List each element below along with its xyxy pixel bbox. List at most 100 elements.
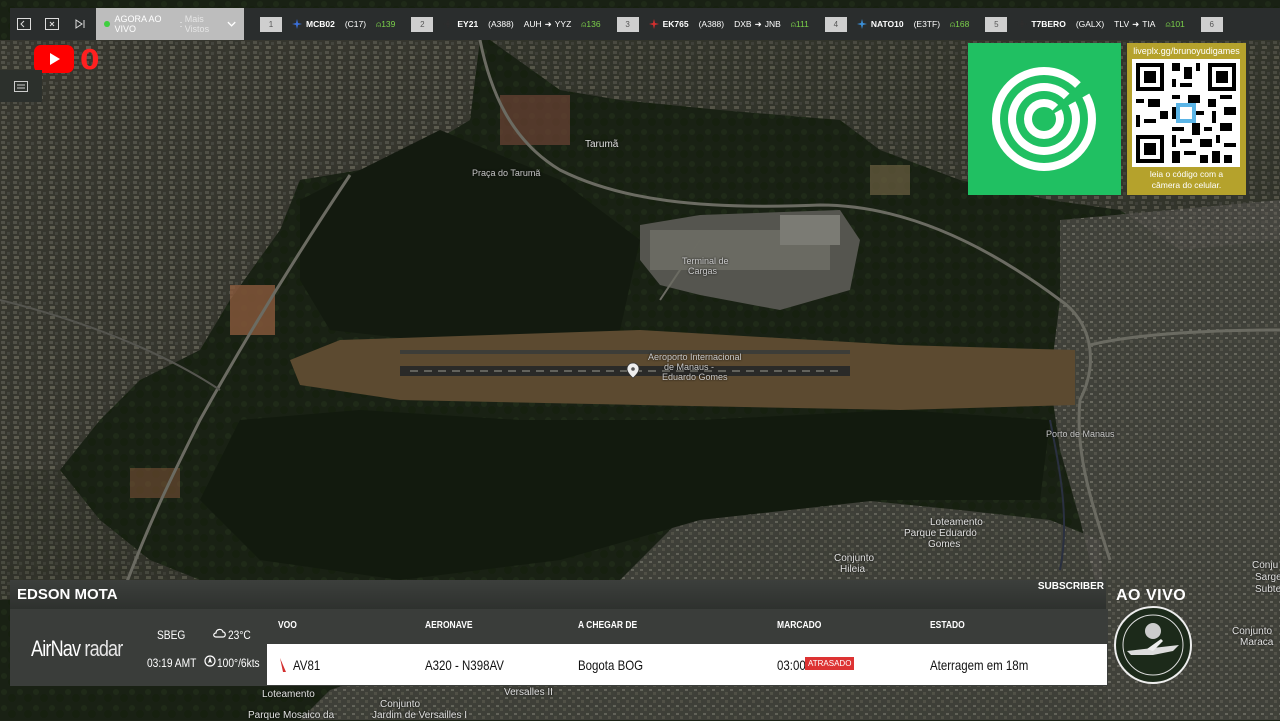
flight-ticker: 1 MCB02 (C17) ⍝ 139 2 EY21 (A388) AUH ➜ YYZ ⍝ 13… [244,8,1233,40]
ticker-flight-item[interactable]: 5 T7BERO (GALX) TLV ➜ TIA ⍝ 101 [985,8,1185,40]
map-label-versailles: Versalles II [504,687,553,698]
app-logo-badge[interactable] [968,43,1121,195]
ticker-flight-item[interactable]: 4 NATO10 (E3TF) ⍝ 168 [824,8,970,40]
arrow-right-icon: ➜ [754,18,762,29]
chevron-down-icon [227,21,236,27]
wind-compass-icon [204,655,216,667]
ticker-rank: 2 [411,16,434,32]
qr-url: liveplx.gg/brunoyudigames [1133,46,1240,56]
youtube-icon [34,45,74,73]
map-label-conjunto-hileia-1: Conjunto [834,553,875,564]
ticker-rank: 1 [260,16,282,32]
ticker-callsign: T7BERO [1031,19,1066,29]
airplane-icon [1017,19,1028,29]
list-view-button[interactable] [0,70,42,102]
qr-code-panel[interactable]: liveplx.gg/brunoyudigames leia o código … [1127,43,1246,195]
ticker-viewers: 101 [1170,19,1185,29]
ticker-viewers: 168 [955,19,970,29]
airline-logo-icon [280,658,286,672]
ticker-aircraft: (E3TF) [913,19,941,29]
map-label-taruma: Tarumã [585,139,619,150]
map-label-sarge: Sarge [1255,572,1280,583]
live-label: AO VIVO [1116,587,1187,604]
streamer-strip: EDSON MOTA SUBSCRIBER [10,580,1106,609]
youtube-viewer-count: 0 [80,43,100,76]
wind: 100°/6kts [217,656,260,670]
ticker-flight-item[interactable]: 2 EY21 (A388) AUH ➜ YYZ ⍝ 136 [411,8,601,40]
map-label-loteamento-1: Loteamento [930,517,983,528]
header-aircraft: AERONAVE [425,620,473,631]
map-label-conjunto-hileia-2: Hileia [840,564,866,575]
map-label-airport-3: Eduardo Gomes [662,372,728,382]
now-live-label: AGORA AO VIVO [114,14,162,34]
aircraft-type: A320 - N398AV [425,657,504,673]
channel-logo-icon [1114,606,1192,684]
ticker-flight-item[interactable]: 6 [1200,8,1233,40]
arrow-right-icon: ➜ [544,18,552,29]
ticker-callsign: EY21 [457,19,479,29]
map-label-porto: Porto de Manaus [1046,429,1115,439]
header-arriving-from: A CHEGAR DE [578,620,638,631]
flight-row[interactable]: AV81 A320 - N398AV Bogota BOG 03:00 ATRA… [267,644,1107,685]
collapse-sidebar-button[interactable] [10,8,38,40]
airplane-icon [292,19,302,29]
skip-next-button[interactable] [66,8,94,40]
flight-info-panel: AirNav radar SBEG 03:19 AMT 23°C 100°/6k… [10,609,1108,686]
airplane-icon [856,19,867,29]
airport-code: SBEG [157,628,186,642]
delayed-badge: ATRASADO [805,657,855,670]
ticker-rank: 6 [1200,16,1223,32]
qr-caption-line-2: câmera do celular. [1151,180,1222,190]
ticker-viewers: 139 [381,19,396,29]
expand-view-button[interactable] [38,8,66,40]
map-label-conjunto-jardim: Conjunto [380,699,421,710]
ticker-route-to: YYZ [554,19,572,29]
flight-status: Aterragem em 18m [930,657,1029,673]
local-time: 03:19 AMT [147,656,197,670]
ticker-route-from: DXB [734,19,752,29]
temperature: 23°C [228,628,251,642]
map-label-jardim-versailles: Jardim de Versailles I [372,710,468,721]
airplane-icon [648,19,659,29]
airnav-radar-logo: AirNav radar [31,636,123,662]
ticker-aircraft: (A388) [698,19,725,29]
ticker-route-from: AUH [523,19,542,29]
map-label-terminal-2: Cargas [688,266,718,276]
arrow-right-icon: ➜ [1132,18,1140,29]
ticker-flight-item[interactable]: 3 EK765 (A388) DXB ➜ JNB ⍝ 111 [616,8,809,40]
header-scheduled: MARCADO [777,620,822,631]
scheduled-time: 03:00 [777,657,806,673]
ticker-flight-item[interactable]: 1 MCB02 (C17) ⍝ 139 [260,8,395,40]
ticker-viewers: 136 [586,19,601,29]
live-dot-icon [104,21,110,27]
map-label-parque-mosaico: Parque Mosaico da [248,710,335,721]
arriving-from: Bogota BOG [578,657,644,673]
header-flight: VOO [278,620,297,631]
subscriber-label: SUBSCRIBER [1037,581,1104,592]
map-label-maraca: Maraca [1240,637,1274,648]
brand-sub: radar [84,636,123,661]
map-label-subte: Subte [1255,584,1280,595]
ticker-route-to: JNB [764,19,781,29]
qr-caption-line-1: leia o código com a [1149,169,1224,179]
ticker-aircraft: (C17) [344,19,367,29]
brand-main: AirNav [31,636,81,661]
now-live-dropdown[interactable]: AGORA AO VIVO: Mais Vistos [96,8,244,40]
ticker-route-to: TIA [1142,19,1156,29]
ticker-route-from: TLV [1114,19,1130,29]
ticker-rank: 5 [985,16,1008,32]
map-label-conjunto-maraca: Conjunto [1232,626,1273,637]
ticker-rank: 3 [616,16,639,32]
flight-number: AV81 [293,657,321,673]
ticker-aircraft: (GALX) [1075,19,1105,29]
ticker-callsign: EK765 [662,19,689,29]
top-ticker-bar: AGORA AO VIVO: Mais Vistos 1 MCB02 (C17) ⍝ … [10,8,1280,40]
ticker-viewers: 111 [795,19,809,29]
qr-caption: leia o código com a câmera do celular. [1127,169,1246,191]
airplane-icon [443,19,454,29]
now-live-selection: Mais Vistos [184,14,210,34]
header-status: ESTADO [930,620,965,631]
skip-next-icon [75,19,85,29]
cloud-icon [213,628,226,638]
map-label-loteamento-3: Gomes [928,539,961,550]
